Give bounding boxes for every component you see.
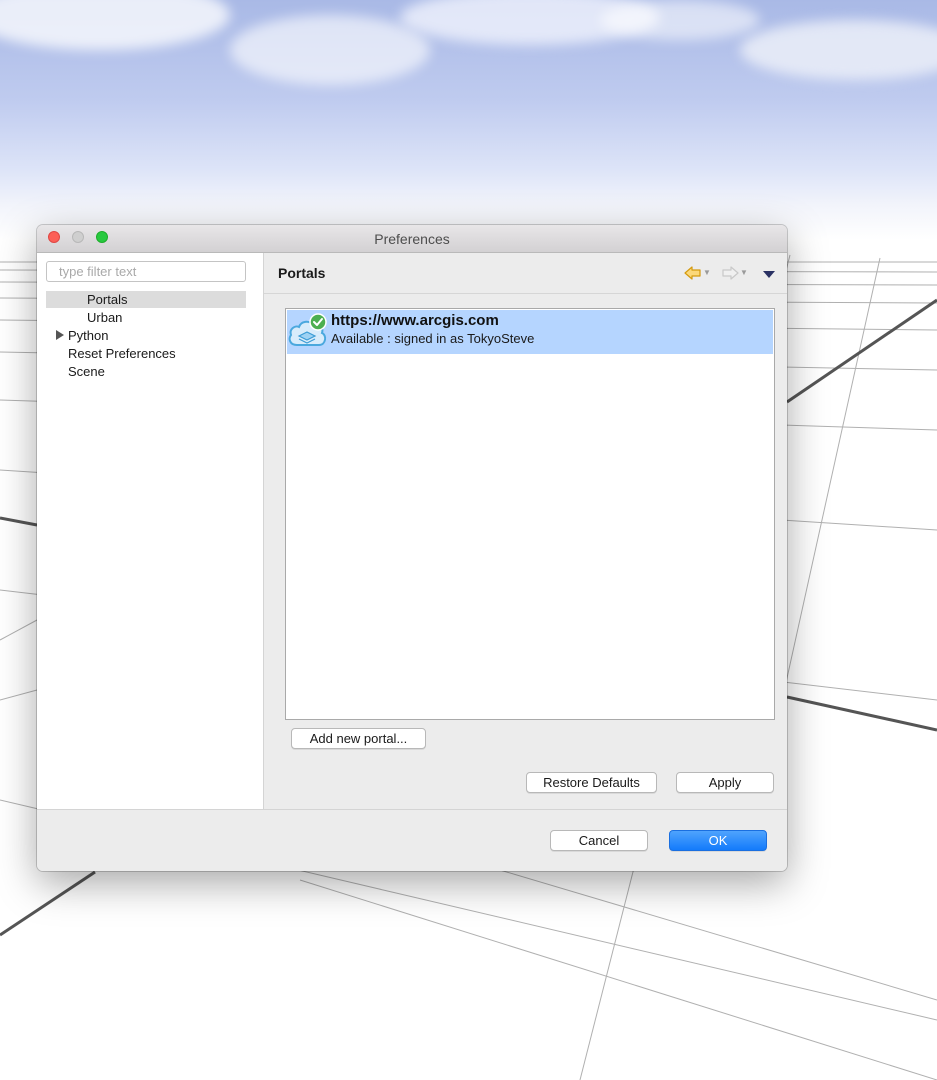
forward-button[interactable]: ▼ — [721, 263, 748, 283]
preferences-tree-pane: Portals Urban Python Reset Preferences S… — [37, 253, 264, 809]
portal-list[interactable]: https://www.arcgis.com Available : signe… — [285, 308, 775, 720]
forward-history-caret-icon[interactable]: ▼ — [740, 268, 748, 277]
tree-item-reset-preferences[interactable]: Reset Preferences — [68, 345, 176, 362]
expand-arrow-icon[interactable] — [56, 330, 64, 340]
tree-item-urban[interactable]: Urban — [87, 309, 122, 326]
apply-button[interactable]: Apply — [676, 772, 774, 793]
back-arrow-icon — [684, 266, 701, 280]
dialog-footer: Cancel OK — [37, 809, 787, 871]
forward-arrow-icon — [722, 266, 739, 280]
filter-input[interactable] — [46, 261, 246, 282]
header-separator — [264, 293, 787, 294]
preferences-page: Portals ▼ ▼ https://www.arcgis.com Avail… — [264, 253, 787, 809]
tree-item-scene[interactable]: Scene — [68, 363, 105, 380]
page-title: Portals — [278, 265, 326, 281]
preferences-dialog: Preferences Portals Urban Python Reset P… — [37, 225, 787, 871]
portal-row[interactable]: https://www.arcgis.com Available : signe… — [287, 310, 773, 354]
tree-item-portals[interactable]: Portals — [46, 291, 246, 308]
tree-item-python[interactable]: Python — [68, 327, 108, 344]
back-history-caret-icon[interactable]: ▼ — [703, 268, 711, 277]
back-button[interactable]: ▼ — [684, 263, 711, 283]
arcgis-cloud-icon — [288, 313, 327, 346]
portal-status: Available : signed in as TokyoSteve — [331, 331, 535, 346]
window-title: Preferences — [374, 231, 450, 247]
add-new-portal-button[interactable]: Add new portal... — [291, 728, 426, 749]
view-menu-icon[interactable] — [763, 271, 775, 278]
restore-defaults-button[interactable]: Restore Defaults — [526, 772, 657, 793]
cancel-button[interactable]: Cancel — [550, 830, 648, 851]
title-bar: Preferences — [37, 225, 787, 253]
checkmark-badge-icon — [309, 313, 327, 331]
portal-url: https://www.arcgis.com — [331, 312, 499, 329]
ok-button[interactable]: OK — [669, 830, 767, 851]
